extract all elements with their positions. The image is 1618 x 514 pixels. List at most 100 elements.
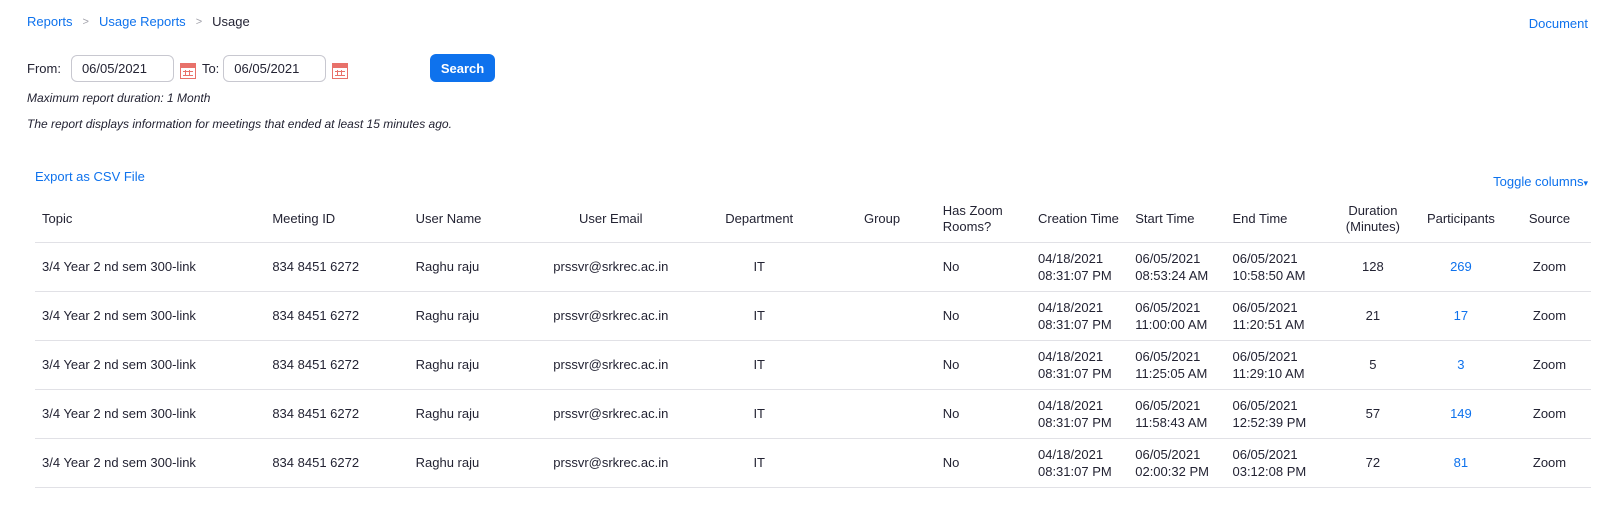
end-clock: 03:12:08 PM: [1232, 463, 1307, 479]
cell-user-name: Raghu raju: [408, 389, 532, 439]
cell-group: [828, 389, 936, 439]
cell-has-zoom-rooms: No: [935, 389, 1031, 439]
participants-link[interactable]: 269: [1450, 259, 1472, 274]
col-duration-line2: (Minutes): [1345, 218, 1400, 234]
report-info-note: The report displays information for meet…: [27, 117, 452, 131]
cell-participants: 17: [1413, 291, 1508, 341]
cell-topic: 3/4 Year 2 nd sem 300-link: [35, 291, 266, 341]
col-duration: Duration (Minutes): [1331, 196, 1414, 243]
start-date: 06/05/2021: [1135, 397, 1201, 413]
col-user-name: User Name: [408, 196, 532, 243]
cell-creation-time: 04/18/2021 08:31:07 PM: [1030, 438, 1129, 488]
cell-user-name: Raghu raju: [408, 340, 532, 390]
cell-user-email: prssvr@srkrec.ac.in: [531, 242, 691, 292]
cell-source: Zoom: [1508, 291, 1591, 341]
cell-department: IT: [690, 242, 829, 292]
cell-topic: 3/4 Year 2 nd sem 300-link: [35, 438, 266, 488]
cell-participants: 3: [1413, 340, 1508, 390]
col-group: Group: [828, 196, 936, 243]
end-clock: 11:20:51 AM: [1232, 316, 1305, 332]
to-date-input[interactable]: [223, 55, 327, 82]
cell-end-time: 06/05/2021 12:52:39 PM: [1225, 389, 1332, 439]
cell-end-time: 06/05/2021 11:20:51 AM: [1225, 291, 1332, 341]
start-clock: 02:00:32 PM: [1135, 463, 1209, 479]
col-duration-line1: Duration: [1348, 202, 1398, 218]
cell-department: IT: [690, 389, 829, 439]
creation-date: 04/18/2021: [1037, 299, 1104, 315]
cell-user-email: prssvr@srkrec.ac.in: [531, 340, 691, 390]
col-meeting-id: Meeting ID: [265, 196, 409, 243]
cell-meeting-id: 834 8451 6272: [265, 438, 409, 488]
toggle-columns-label: Toggle columns: [1493, 174, 1584, 189]
breadcrumb-current: Usage: [212, 14, 250, 29]
cell-duration: 57: [1331, 389, 1414, 439]
creation-date: 04/18/2021: [1037, 250, 1104, 266]
cell-source: Zoom: [1508, 438, 1591, 488]
cell-start-time: 06/05/2021 11:58:43 AM: [1128, 389, 1226, 439]
col-has-zoom-rooms-line2: Rooms?: [942, 218, 992, 234]
creation-clock: 08:31:07 PM: [1037, 463, 1112, 479]
cell-department: IT: [690, 291, 829, 341]
creation-date: 04/18/2021: [1037, 348, 1104, 364]
breadcrumb: Reports > Usage Reports > Usage: [27, 14, 250, 29]
cell-source: Zoom: [1508, 242, 1591, 292]
cell-end-time: 06/05/2021 11:29:10 AM: [1225, 340, 1332, 390]
start-clock: 11:25:05 AM: [1135, 365, 1208, 381]
cell-duration: 72: [1331, 438, 1414, 488]
end-clock: 11:29:10 AM: [1232, 365, 1305, 381]
calendar-icon[interactable]: [332, 62, 349, 79]
table-row: 3/4 Year 2 nd sem 300-link 834 8451 6272…: [35, 438, 1591, 488]
col-participants: Participants: [1413, 196, 1508, 243]
end-date: 06/05/2021: [1232, 250, 1298, 266]
creation-date: 04/18/2021: [1037, 397, 1104, 413]
cell-user-email: prssvr@srkrec.ac.in: [531, 291, 691, 341]
from-date-input[interactable]: [70, 55, 174, 82]
cell-duration: 128: [1331, 242, 1414, 292]
breadcrumb-separator: >: [82, 15, 89, 28]
start-date: 06/05/2021: [1135, 250, 1201, 266]
usage-report-table: Topic Meeting ID User Name User Email De…: [35, 196, 1591, 488]
start-clock: 11:58:43 AM: [1135, 414, 1208, 430]
end-clock: 12:52:39 PM: [1232, 414, 1307, 430]
cell-group: [828, 438, 936, 488]
participants-link[interactable]: 81: [1454, 455, 1468, 470]
table-row: 3/4 Year 2 nd sem 300-link 834 8451 6272…: [35, 291, 1591, 341]
cell-user-name: Raghu raju: [408, 438, 532, 488]
cell-has-zoom-rooms: No: [935, 340, 1031, 390]
cell-participants: 149: [1413, 389, 1508, 439]
col-source: Source: [1508, 196, 1591, 243]
creation-clock: 08:31:07 PM: [1037, 365, 1112, 381]
end-date: 06/05/2021: [1232, 446, 1298, 462]
col-user-email: User Email: [531, 196, 691, 243]
breadcrumb-reports-link[interactable]: Reports: [27, 14, 73, 29]
creation-clock: 08:31:07 PM: [1037, 414, 1112, 430]
breadcrumb-usage-reports-link[interactable]: Usage Reports: [99, 14, 186, 29]
export-csv-link[interactable]: Export as CSV File: [35, 169, 145, 184]
col-has-zoom-rooms-line1: Has Zoom: [942, 202, 1003, 218]
cell-group: [828, 291, 936, 341]
cell-department: IT: [690, 438, 829, 488]
cell-creation-time: 04/18/2021 08:31:07 PM: [1030, 389, 1129, 439]
participants-link[interactable]: 3: [1457, 357, 1464, 372]
document-link[interactable]: Document: [1529, 16, 1588, 31]
cell-user-name: Raghu raju: [408, 291, 532, 341]
cell-start-time: 06/05/2021 08:53:24 AM: [1128, 242, 1226, 292]
cell-end-time: 06/05/2021 03:12:08 PM: [1225, 438, 1332, 488]
cell-user-email: prssvr@srkrec.ac.in: [531, 438, 691, 488]
end-clock: 10:58:50 AM: [1232, 267, 1306, 283]
participants-link[interactable]: 149: [1450, 406, 1472, 421]
cell-end-time: 06/05/2021 10:58:50 AM: [1225, 242, 1332, 292]
col-start-time: Start Time: [1128, 196, 1226, 243]
col-creation-time: Creation Time: [1030, 196, 1129, 243]
participants-link[interactable]: 17: [1454, 308, 1468, 323]
from-label: From:: [27, 61, 61, 76]
creation-clock: 08:31:07 PM: [1037, 267, 1112, 283]
col-department: Department: [690, 196, 829, 243]
start-clock: 11:00:00 AM: [1135, 316, 1208, 332]
calendar-icon[interactable]: [179, 62, 196, 79]
toggle-columns-dropdown[interactable]: Toggle columns▾: [1493, 174, 1588, 189]
cell-group: [828, 340, 936, 390]
search-button[interactable]: Search: [430, 54, 495, 82]
cell-has-zoom-rooms: No: [935, 242, 1031, 292]
cell-source: Zoom: [1508, 340, 1591, 390]
